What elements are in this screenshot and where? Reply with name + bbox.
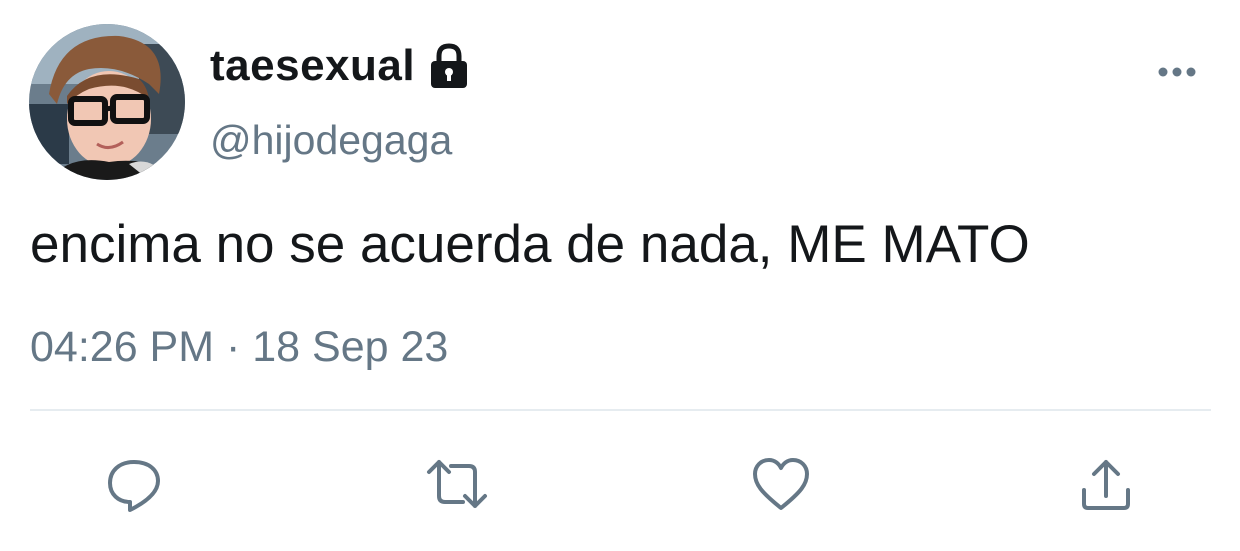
retweet-button[interactable] <box>425 452 489 516</box>
like-button[interactable] <box>749 452 813 516</box>
reply-button[interactable] <box>102 452 166 516</box>
share-icon <box>1082 460 1130 510</box>
avatar[interactable] <box>29 24 185 180</box>
profile-photo <box>29 24 185 180</box>
heart-icon <box>753 458 809 510</box>
reply-icon <box>108 460 160 512</box>
tweet-card: taesexual @hijodegaga encima no se acuer… <box>0 0 1240 551</box>
lock-icon <box>427 42 471 90</box>
tweet-text: encima no se acuerda de nada, ME MATO <box>30 215 1030 274</box>
user-handle[interactable]: @hijodegaga <box>210 117 452 164</box>
display-name-row: taesexual <box>210 40 471 92</box>
more-options-icon[interactable] <box>1155 60 1199 84</box>
share-button[interactable] <box>1074 452 1138 516</box>
display-name[interactable]: taesexual <box>210 41 415 91</box>
divider <box>30 409 1211 411</box>
tweet-timestamp[interactable]: 04:26 PM · 18 Sep 23 <box>30 323 448 372</box>
retweet-icon <box>427 460 487 508</box>
